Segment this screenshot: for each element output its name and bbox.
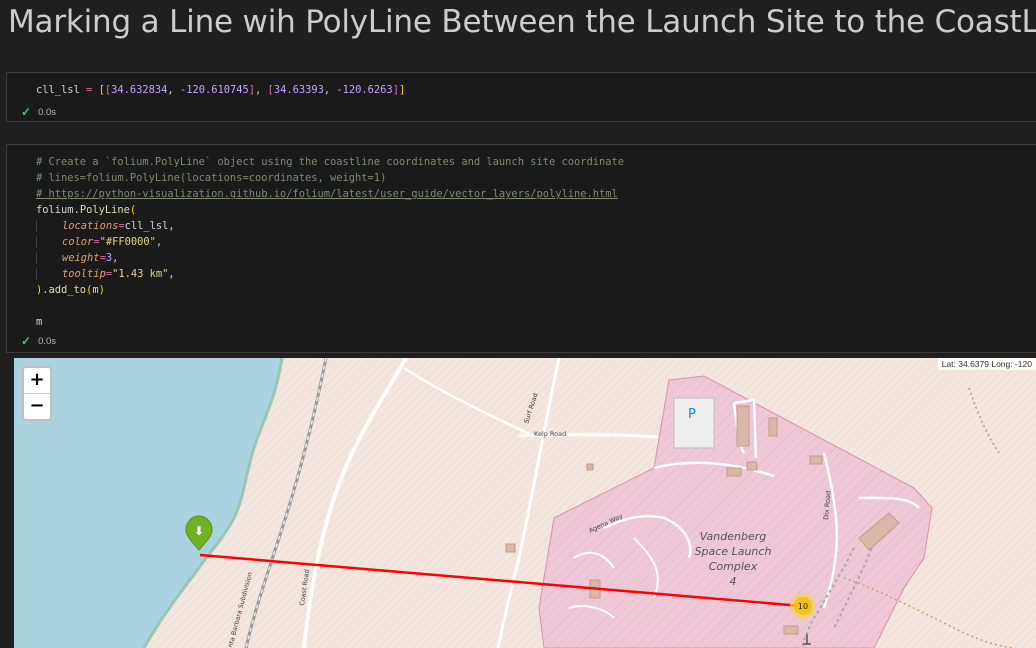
marker-cluster[interactable]: 10 [790, 593, 816, 619]
map-label-launch-2: Space Launch [695, 545, 772, 558]
code-token: PolyLine [79, 204, 130, 216]
map-label-launch-1: Vandenberg [700, 530, 767, 543]
code-token: locations [62, 220, 119, 232]
code-token: tooltip [62, 268, 106, 280]
code-token: weight [62, 252, 100, 264]
map-label-kelp-road: Kelp Road [534, 430, 566, 438]
code-comment: # lines=folium.PolyLine(locations=coordi… [36, 172, 387, 184]
parking-lot [673, 397, 715, 449]
code-token: m [36, 316, 43, 328]
map-tiles: P Surf Road Kelp Road Agena Way Dix Road [14, 358, 1036, 648]
code-token: -120.610745 [179, 84, 249, 96]
code-token: 34.63393 [273, 84, 324, 96]
code-token: cll_lsl [124, 220, 169, 232]
check-icon: ✓ [21, 334, 32, 348]
code-token: -120.6263 [336, 84, 393, 96]
cluster-count: 10 [798, 602, 808, 611]
cell-status: ✓ 0.0s [21, 105, 56, 119]
code-token: color [62, 236, 94, 248]
code-token: "1.43 km" [112, 268, 169, 280]
code-token: 34.632834 [111, 84, 168, 96]
cell-status: ✓ 0.0s [21, 334, 56, 348]
code-editor[interactable]: cll_lsl = [[34.632834, -120.610745], [34… [36, 82, 405, 98]
code-editor[interactable]: # Create a `folium.PolyLine` object usin… [36, 154, 624, 330]
code-token: add_to [48, 284, 87, 296]
code-token: "#FF0000" [99, 236, 156, 248]
check-icon: ✓ [21, 105, 32, 119]
download-icon: ⬇ [194, 524, 204, 538]
zoom-in-button[interactable]: + [24, 368, 50, 394]
mouse-position-readout: Lat: 34.6379 Long: -120 [937, 358, 1036, 370]
exec-time: 0.0s [38, 106, 57, 118]
page-title: Marking a Line wih PolyLine Between the … [8, 4, 1036, 40]
parking-label: P [688, 407, 696, 422]
code-token: = [79, 84, 99, 96]
zoom-out-button[interactable]: − [24, 394, 50, 419]
code-cell-coordinates[interactable]: cll_lsl = [[34.632834, -120.610745], [34… [6, 72, 1036, 122]
code-cell-polyline[interactable]: # Create a `folium.PolyLine` object usin… [6, 144, 1036, 353]
code-comment-link[interactable]: # https://python-visualization.github.io… [36, 188, 618, 200]
code-token: cll_lsl [36, 84, 80, 96]
code-token: 3 [105, 252, 113, 264]
code-comment: # Create a `folium.PolyLine` object usin… [36, 156, 625, 168]
map-label-launch-3: Complex [709, 560, 758, 573]
code-token: folium [36, 204, 74, 216]
zoom-control: + − [22, 366, 52, 421]
exec-time: 0.0s [38, 335, 57, 347]
map-label-launch-4: 4 [730, 575, 737, 588]
folium-map[interactable]: P Surf Road Kelp Road Agena Way Dix Road [14, 358, 1036, 648]
